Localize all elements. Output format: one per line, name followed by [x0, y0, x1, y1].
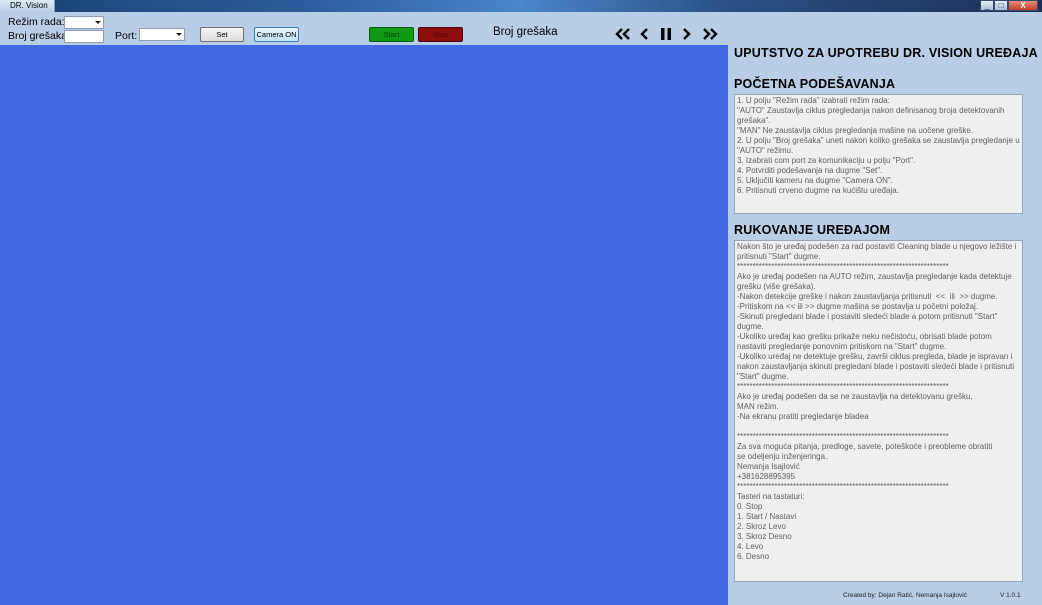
section2-textbox[interactable]: Nakon što je uređaj podešen za rad posta…	[734, 240, 1023, 582]
toolbar: Režim rada: Broj grešaka: Port: Set Came…	[0, 12, 1042, 45]
instruction-line: Nakon što je uređaj podešen za rad posta…	[737, 242, 1019, 261]
set-button[interactable]: Set	[200, 27, 244, 42]
chevron-down-icon	[95, 21, 101, 24]
instruction-line: 1. Start / Nastavi	[737, 512, 797, 521]
instruction-line: 5. Uključiti kameru na dugme "Camera ON"…	[737, 176, 893, 185]
window-controls: _ □ X	[980, 0, 1038, 11]
instruction-line: 4. Potvrditi podešavanja na dugme "Set".	[737, 166, 883, 175]
step-forward-icon[interactable]	[682, 24, 692, 44]
broj-gresaka-input[interactable]	[64, 30, 104, 43]
chevron-down-icon	[176, 33, 182, 36]
instruction-line: 2. U polju "Broj grešaka" uneti nakon ko…	[737, 136, 1022, 155]
instruction-line: "MAN" Ne zaustavlja ciklus pregledanja m…	[737, 126, 974, 135]
rewind-icon[interactable]	[615, 24, 631, 44]
pause-icon[interactable]	[660, 24, 672, 44]
window-title-bar: DR. Vision _ □ X	[0, 0, 1042, 12]
instruction-line: -Skinuti pregledani blade i postaviti sl…	[737, 312, 1000, 331]
instruction-line: +381628895395	[737, 472, 796, 481]
instruction-line: 0. Stop	[737, 502, 763, 511]
fast-forward-icon[interactable]	[702, 24, 718, 44]
instruction-line: ****************************************…	[737, 432, 949, 441]
instruction-line: se odeljenju inženjeringa.	[737, 452, 828, 461]
step-back-icon[interactable]	[639, 24, 649, 44]
footer-version: V 1.0.1	[1000, 592, 1021, 599]
start-button[interactable]: Start	[369, 27, 414, 42]
camera-on-button[interactable]: Camera ON	[254, 27, 299, 42]
instruction-line: 1. U polju "Režim rada" izabrati režim r…	[737, 96, 890, 105]
maximize-button[interactable]: □	[994, 0, 1008, 11]
instruction-line: 6. Pritisnuti crveno dugme na kućištu ur…	[737, 186, 899, 195]
instruction-line: ****************************************…	[737, 482, 949, 491]
footer-coauthor: Nemanja Isajlović	[916, 592, 967, 599]
instruction-line: -Ukoliko uređaj ne detektuje grešku, zav…	[737, 352, 1017, 381]
port-label: Port:	[115, 30, 138, 42]
close-button[interactable]: X	[1008, 0, 1038, 11]
minimize-button[interactable]: _	[980, 0, 994, 11]
instruction-line: Tasteri na tastaturi:	[737, 492, 805, 501]
rezim-rada-select[interactable]	[64, 16, 104, 29]
window-title: DR. Vision	[0, 0, 55, 12]
instruction-line: 4. Levo	[737, 542, 764, 551]
instructions-panel: UPUTSTVO ZA UPOTREBU DR. VISION UREĐAJA …	[728, 45, 1042, 605]
section1-title: POČETNA PODEŠAVANJA	[734, 77, 896, 91]
instruction-line: -Nakon detekcije greške i nakon zaustavl…	[737, 292, 998, 301]
instruction-line: 3. Izabrati com port za komunikaciju u p…	[737, 156, 916, 165]
panel-main-title: UPUTSTVO ZA UPOTREBU DR. VISION UREĐAJA	[734, 46, 1038, 60]
instruction-line: Nemanja Isajlović	[737, 462, 800, 471]
camera-view	[0, 45, 728, 605]
section1-textbox[interactable]: 1. U polju "Režim rada" izabrati režim r…	[734, 94, 1023, 214]
instruction-line: -Ukoliko uređaj kao grešku prikaže neku …	[737, 332, 995, 351]
instruction-line: 6. Desno	[737, 552, 770, 561]
instruction-line: -Pritiskom na << ili >> dugme mašina se …	[737, 302, 979, 311]
rezim-rada-label: Režim rada:	[8, 16, 65, 28]
instruction-line	[737, 422, 1020, 432]
instruction-line: Za sva moguća pitanja, predloge, savete,…	[737, 442, 993, 451]
broj-gresaka-label: Broj grešaka:	[8, 30, 70, 42]
port-select[interactable]	[139, 28, 185, 41]
instruction-line: Ako je uređaj podešen da se ne zaustavlj…	[737, 392, 973, 401]
instruction-line: MAN režim.	[737, 402, 779, 411]
error-count-label: Broj grešaka	[493, 26, 558, 38]
section2-title: RUKOVANJE UREĐAJOM	[734, 223, 891, 237]
stop-button[interactable]: Stop	[418, 27, 463, 42]
instruction-line: Ako je uređaj podešen na AUTO režim, zau…	[737, 272, 1014, 291]
footer-created-by: Created by: Dejan Ratić,	[843, 592, 914, 599]
instruction-line: ****************************************…	[737, 382, 949, 391]
instruction-line: -Na ekranu pratiti pregledanje bladea	[737, 412, 869, 421]
instruction-line: "AUTO" Zaustavlja ciklus pregledanja nak…	[737, 106, 1007, 125]
instruction-line: 3. Skroz Desno	[737, 532, 792, 541]
instruction-line: ****************************************…	[737, 262, 949, 271]
instruction-line: 2. Skroz Levo	[737, 522, 786, 531]
